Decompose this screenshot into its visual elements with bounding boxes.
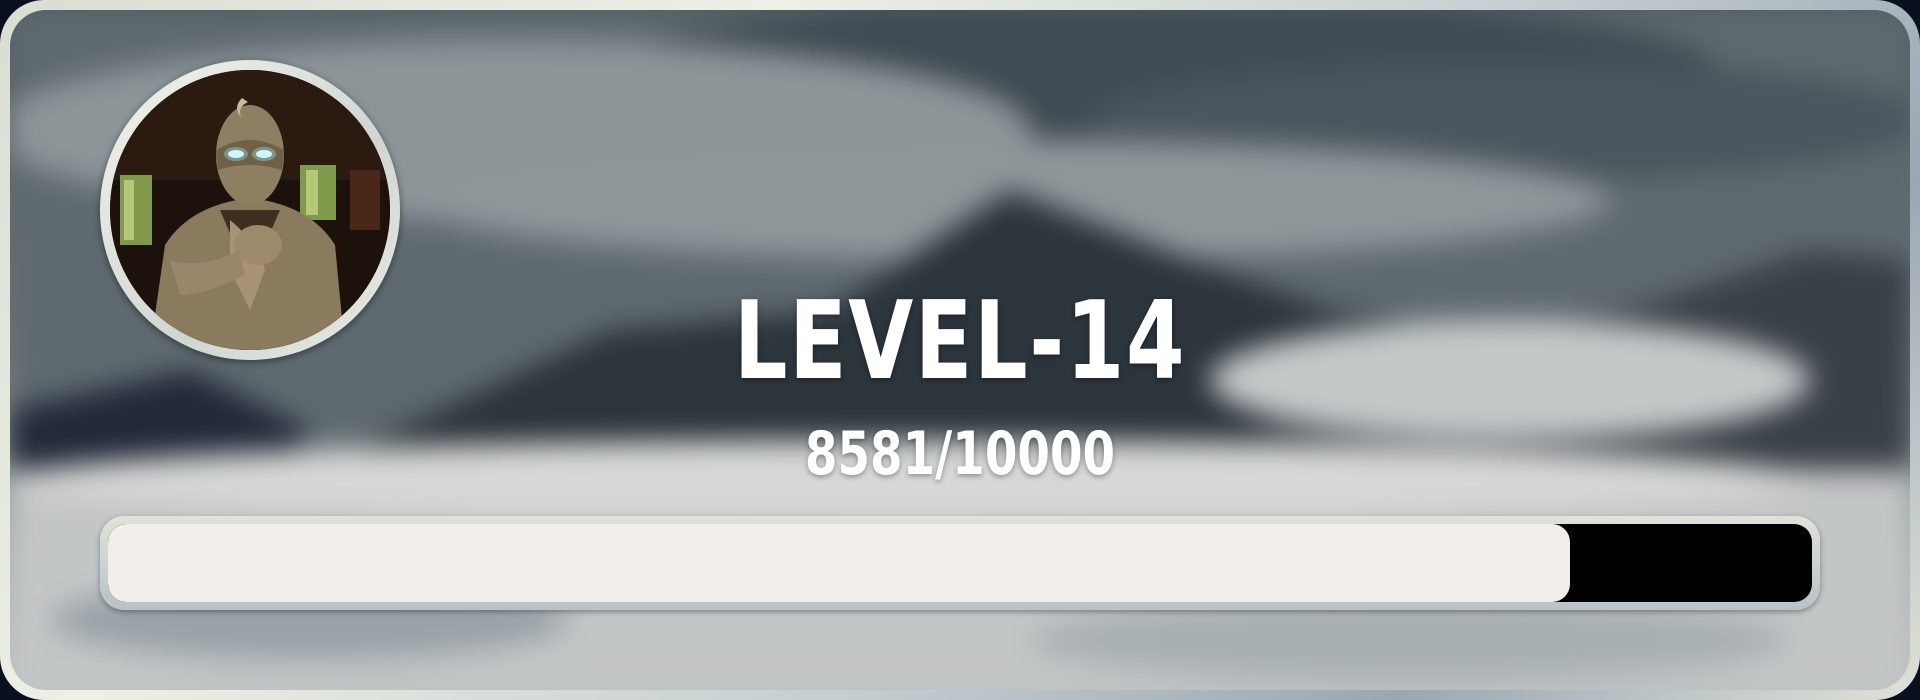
xp-progress-bar [100, 516, 1820, 610]
xp-progress-track [108, 524, 1812, 602]
level-card: LEVEL-14 8581/10000 [10, 10, 1910, 690]
xp-progress-fill [108, 524, 1571, 602]
level-title: LEVEL-14 [733, 279, 1187, 404]
xp-counter: 8581/10000 [804, 419, 1116, 489]
level-card-frame: LEVEL-14 8581/10000 [0, 0, 1920, 700]
